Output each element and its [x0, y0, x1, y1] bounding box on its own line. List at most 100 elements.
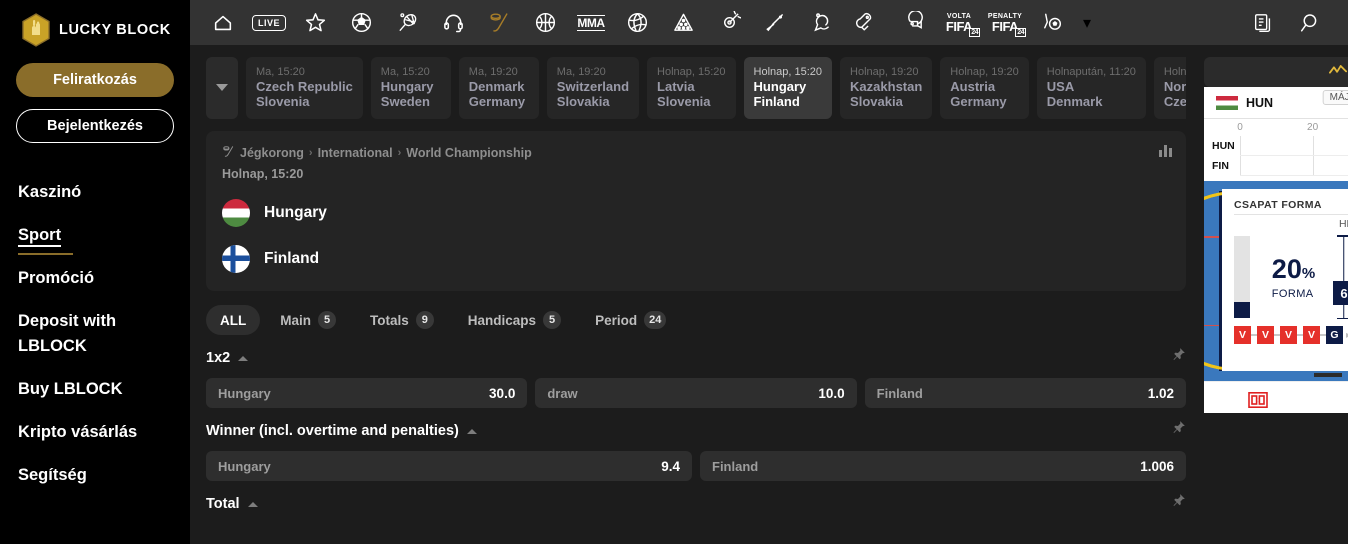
bet-slip-icon[interactable]: [1240, 0, 1286, 45]
pin-icon[interactable]: [1172, 493, 1186, 512]
timeline-row-label: FIN: [1212, 160, 1229, 172]
strip-home: Norway: [1163, 79, 1186, 94]
more-sports-caret-icon[interactable]: ▾: [1074, 0, 1100, 45]
esports-headset-icon[interactable]: [430, 0, 476, 45]
odd-button[interactable]: Finland 1.006: [700, 451, 1186, 481]
collapse-caret-icon[interactable]: [466, 428, 477, 434]
sidebar-item-buy-lblock[interactable]: Buy LBLOCK: [16, 368, 174, 411]
strip-match-card[interactable]: Holnap, 19:20 Austria Germany: [940, 57, 1029, 119]
breadcrumb-sport[interactable]: Jégkorong: [240, 146, 304, 160]
strip-home: Switzerland: [556, 79, 630, 94]
odd-button[interactable]: draw 10.0: [535, 378, 857, 408]
tab-main[interactable]: Main 5: [266, 305, 350, 335]
penalty-fifa-icon[interactable]: PENALTY FIFA 24: [982, 0, 1028, 45]
market-winner: Winner (incl. overtime and penalties) Hu…: [206, 420, 1186, 481]
pin-icon[interactable]: [1172, 420, 1186, 439]
carousel-dot[interactable]: [1314, 373, 1342, 377]
odd-label: Finland: [876, 385, 923, 401]
tracker-date-chip: MÁJ. 19. | 15:20: [1322, 90, 1348, 105]
boxing-glove-icon[interactable]: [844, 0, 890, 45]
match-column: Ma, 15:20 Czech Republic Slovenia Ma, 15…: [190, 45, 1200, 544]
tennis-icon[interactable]: [384, 0, 430, 45]
basketball-icon[interactable]: [522, 0, 568, 45]
strip-match-card[interactable]: Ma, 19:20 Denmark Germany: [458, 57, 539, 119]
market-1x2: 1x2 Hungary 30.0 draw 10.0 Finland 1.02: [206, 347, 1186, 408]
breadcrumb-separator: ›: [397, 147, 402, 159]
breadcrumb-competition[interactable]: World Championship: [406, 146, 531, 160]
strip-away: Slovenia: [657, 94, 711, 109]
ice-hockey-icon[interactable]: [476, 0, 522, 45]
match-strip-scroller[interactable]: Ma, 15:20 Czech Republic Slovenia Ma, 15…: [246, 57, 1186, 119]
live-icon[interactable]: LIVE: [246, 0, 292, 45]
sidebar-item-promocio[interactable]: Promóció: [16, 257, 174, 300]
cricket-icon[interactable]: [752, 0, 798, 45]
tracker-timeline: 0 20 40 60 HUN: [1204, 119, 1348, 181]
sidebar-item-kripto-vasarlas[interactable]: Kripto vásárlás: [16, 411, 174, 454]
pin-icon[interactable]: [1172, 347, 1186, 366]
star-icon[interactable]: [292, 0, 338, 45]
breadcrumb-separator: ›: [308, 147, 313, 159]
subscribe-button[interactable]: Feliratkozás: [16, 63, 174, 97]
app-root: LUCKY BLOCK Feliratkozás Bejelentkezés K…: [0, 0, 1348, 544]
odd-button[interactable]: Finland 1.02: [864, 378, 1186, 408]
match-date: Holnap, 15:20: [222, 167, 304, 181]
market-title: 1x2: [206, 350, 231, 366]
strip-collapse-caret-icon[interactable]: [206, 57, 238, 119]
breadcrumb-region[interactable]: International: [318, 146, 393, 160]
billiards-icon[interactable]: [660, 0, 706, 45]
tracker-header[interactable]: Tracker: [1204, 57, 1348, 87]
collapse-caret-icon[interactable]: [238, 355, 249, 361]
mma-icon[interactable]: MMA: [568, 0, 614, 45]
penalty-num-label: 24: [1015, 27, 1027, 37]
volleyball-icon[interactable]: [614, 0, 660, 45]
strip-home: Hungary: [380, 79, 434, 94]
odd-button[interactable]: Hungary 30.0: [206, 378, 528, 408]
odd-label: Hungary: [218, 458, 271, 474]
strip-match-card[interactable]: Holnapután, 11:20 Norway Czech Republic: [1153, 57, 1186, 119]
match-stats-icon[interactable]: [1159, 145, 1172, 157]
darts-icon[interactable]: [706, 0, 752, 45]
soccer-shot-icon[interactable]: [1028, 0, 1074, 45]
tracker-column: Tracker HUN MÁJ. 19. | 15:20 FIN: [1200, 45, 1348, 544]
tracker-home-abbr: HUN: [1246, 95, 1274, 110]
collapse-caret-icon[interactable]: [247, 501, 258, 507]
tab-all[interactable]: ALL: [206, 305, 261, 335]
strip-match-card[interactable]: Holnapután, 11:20 USA Denmark: [1036, 57, 1146, 119]
table-tennis-icon[interactable]: [798, 0, 844, 45]
strip-time: Ma, 19:20: [468, 66, 518, 78]
content-area: Ma, 15:20 Czech Republic Slovenia Ma, 15…: [190, 45, 1348, 544]
sidebar-item-label: Sport: [18, 226, 62, 247]
sidebar-item-deposit-lblock[interactable]: Deposit with LBLOCK: [16, 300, 174, 368]
strip-match-card[interactable]: Ma, 15:20 Czech Republic Slovenia: [246, 57, 363, 119]
market-header: Total: [206, 493, 1186, 515]
lineups-tab[interactable]: [1312, 382, 1348, 413]
scoreboard-tab[interactable]: [1204, 382, 1312, 413]
strip-away: Czech Republic: [1163, 94, 1186, 109]
login-button[interactable]: Bejelentkezés: [16, 109, 174, 143]
tab-handicaps[interactable]: Handicaps 5: [454, 305, 575, 335]
timeline-axis: 0 20 40 60: [1237, 122, 1348, 136]
sidebar-item-segitseg[interactable]: Segítség: [16, 454, 174, 497]
strip-match-card[interactable]: Holnap, 15:20 Latvia Slovenia: [647, 57, 736, 119]
odd-button[interactable]: Hungary 9.4: [206, 451, 692, 481]
strip-match-card[interactable]: Ma, 15:20 Hungary Sweden: [370, 57, 451, 119]
strip-match-card[interactable]: Holnap, 19:20 Kazakhstan Slovakia: [840, 57, 933, 119]
tab-totals[interactable]: Totals 9: [356, 305, 448, 335]
sidebar-item-sport[interactable]: Sport: [16, 214, 174, 257]
strip-match-card[interactable]: Ma, 19:20 Switzerland Slovakia: [546, 57, 640, 119]
rank-comparison: 6 4: [1327, 235, 1348, 319]
odd-value: 1.006: [1140, 458, 1174, 474]
market-title: Winner (incl. overtime and penalties): [206, 423, 459, 439]
search-icon[interactable]: [1286, 0, 1332, 45]
odds-row: Hungary 30.0 draw 10.0 Finland 1.02: [206, 378, 1186, 408]
american-football-icon[interactable]: [890, 0, 936, 45]
sidebar-item-kaszino[interactable]: Kaszinó: [16, 171, 174, 214]
volta-fifa-icon[interactable]: VOLTA FIFA 24: [936, 0, 982, 45]
soccer-icon[interactable]: [338, 0, 384, 45]
strip-match-card-active[interactable]: Holnap, 15:20 Hungary Finland: [743, 57, 833, 119]
home-icon[interactable]: [200, 0, 246, 45]
tracker-bottom-tabs: [1204, 381, 1348, 413]
volta-num-label: 24: [969, 27, 981, 37]
brand-logo-area[interactable]: LUCKY BLOCK: [16, 0, 174, 48]
tab-period[interactable]: Period 24: [581, 305, 680, 335]
